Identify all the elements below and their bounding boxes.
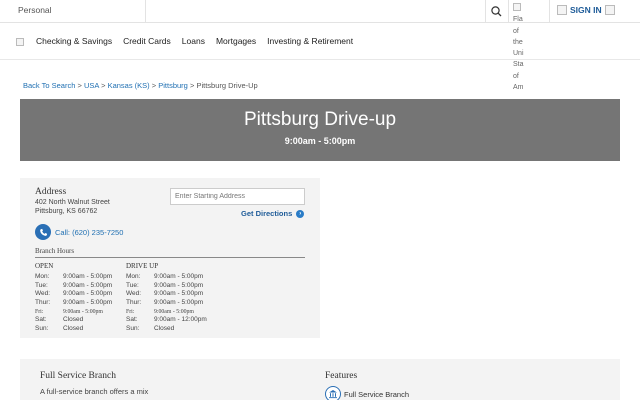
chevron-right-icon: ›	[296, 209, 305, 218]
call-link[interactable]: Call: (620) 235-7250	[35, 224, 123, 240]
feature-item: Full Service Branch	[325, 386, 409, 400]
branch-hero-banner: Pittsburg Drive-up 9:00am - 5:00pm	[20, 99, 620, 161]
hours-row: Fri: 9:00am - 5:00pm	[126, 308, 194, 315]
bank-logo[interactable]	[16, 38, 24, 46]
open-hours-column: OPEN Mon: 9:00am - 5:00pm Tue: 9:00am - 5:…	[35, 262, 112, 334]
branch-type-description: A full-service branch offers a mix	[40, 387, 149, 396]
hours-row: Mon: 9:00am - 5:00pm	[126, 273, 204, 280]
divider	[35, 257, 305, 258]
personal-link[interactable]: Personal	[18, 5, 52, 15]
divider	[485, 0, 486, 23]
hours-row: Wed: 9:00am - 5:00pm	[126, 290, 204, 298]
branch-type-heading: Full Service Branch	[40, 371, 116, 381]
nav-item-checking-savings[interactable]: Checking & Savings	[36, 36, 112, 46]
nav-item-mortgages[interactable]: Mortgages	[216, 36, 256, 46]
hours-row: Sun: Closed	[35, 325, 84, 333]
hours-row: Tue: 9:00am - 5:00pm	[35, 281, 113, 289]
divider	[549, 0, 550, 23]
breadcrumb-back-to-search[interactable]: Back To Search	[23, 81, 75, 90]
phone-icon	[35, 224, 51, 240]
drive-up-heading: DRIVE UP	[126, 262, 159, 270]
search-icon	[491, 6, 502, 17]
sign-in-button[interactable]: SIGN IN	[557, 5, 615, 15]
drive-up-hours-column: DRIVE UP Mon: 9:00am - 5:00pm Tue: 9:00am …	[126, 262, 207, 334]
nav-item-investing-retirement[interactable]: Investing & Retirement	[267, 36, 353, 46]
main-nav: Checking & Savings Credit Cards Loans Mo…	[0, 24, 640, 60]
hours-row: Wed: 9:00am - 5:00pm	[35, 290, 113, 298]
hours-row: Thur: 9:00am - 5:00pm	[126, 299, 204, 307]
hours-row: Sun: Closed	[126, 325, 175, 333]
top-utility-bar: Personal Fla of the Uni Sta of Am SIGN I…	[0, 0, 640, 91]
hero-hours: 9:00am - 5:00pm	[284, 136, 356, 146]
breadcrumb: Back To Search > USA > Kansas (KS) > Pit…	[23, 81, 258, 90]
hours-row: Thur: 9:00am - 5:00pm	[35, 299, 113, 307]
sign-in-label: SIGN IN	[570, 5, 602, 15]
search-button[interactable]	[489, 4, 504, 19]
breadcrumb-pittsburg[interactable]: Pittsburg	[158, 81, 188, 90]
open-heading: OPEN	[35, 262, 54, 270]
page-title: Pittsburg Drive-up	[243, 109, 397, 130]
bank-building-icon	[325, 386, 341, 400]
divider	[145, 0, 146, 23]
hours-row: Mon: 9:00am - 5:00pm	[35, 273, 113, 280]
breadcrumb-usa[interactable]: USA	[84, 81, 99, 90]
branch-hours-heading: Branch Hours	[35, 247, 75, 255]
lock-icon	[557, 5, 567, 15]
hours-row: Fri: 9:00am - 5:00pm	[35, 308, 103, 315]
get-directions-link[interactable]: Get Directions ›	[241, 209, 305, 218]
breadcrumb-current: Pittsburg Drive-Up	[196, 81, 258, 90]
hours-row: Sat: Closed	[35, 316, 84, 324]
branch-type-section: Full Service Branch A full-service branc…	[20, 359, 620, 400]
address-heading: Address	[35, 187, 67, 197]
starting-address-input[interactable]	[170, 188, 305, 205]
hours-row: Tue: 9:00am - 5:00pm	[126, 281, 204, 289]
nav-item-credit-cards[interactable]: Credit Cards	[123, 36, 171, 46]
breadcrumb-kansas[interactable]: Kansas (KS)	[108, 81, 150, 90]
nav-item-loans[interactable]: Loans	[182, 36, 205, 46]
hours-row: Sat: 9:00am - 12:00pm	[126, 316, 207, 324]
address-line-1: 402 North Walnut Street	[35, 199, 110, 206]
branch-info-card: Address 402 North Walnut Street Pittsbur…	[20, 178, 320, 338]
features-heading: Features	[325, 371, 358, 381]
broken-image-icon	[513, 3, 521, 11]
chevron-down-icon	[604, 5, 615, 15]
nav-menu: Checking & Savings Credit Cards Loans Mo…	[36, 36, 353, 46]
divider	[508, 0, 509, 23]
address-line-2: Pittsburg, KS 66762	[35, 208, 98, 215]
